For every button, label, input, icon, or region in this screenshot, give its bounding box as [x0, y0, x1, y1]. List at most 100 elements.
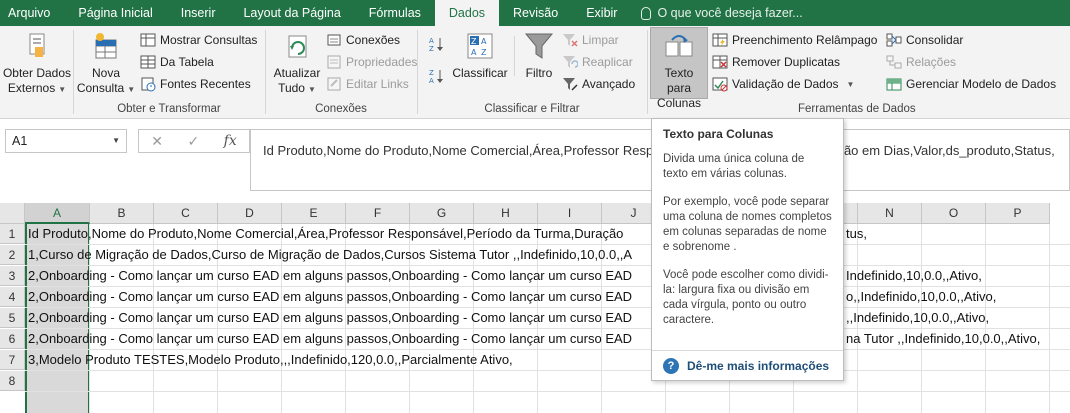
cell-overflow-text: tus, — [846, 226, 867, 241]
svg-text:Z: Z — [429, 69, 434, 77]
column-header-a[interactable]: A — [25, 203, 90, 224]
group-data-tools: Texto para Colunas Preenchimento Relâmpa… — [648, 26, 1068, 119]
name-box[interactable]: A1 ▼ — [5, 129, 127, 153]
data-validation-button[interactable]: Validação de Dados ▼ — [712, 74, 854, 94]
spreadsheet-grid: ABCDEFGHIJKLMNOP 12345678 Id Produto,Nom… — [0, 203, 1070, 413]
cell-a6[interactable]: 2,Onboarding - Como lançar um curso EAD … — [28, 329, 632, 349]
row-header-5[interactable]: 5 — [0, 308, 25, 328]
tell-me-more-link[interactable]: ? Dê-me mais informações — [652, 350, 843, 380]
properties-button[interactable]: Propriedades — [326, 52, 417, 72]
row-header-7[interactable]: 7 — [0, 350, 25, 370]
table-icon — [140, 32, 156, 48]
tab-formulas[interactable]: Fórmulas — [355, 0, 435, 26]
from-table-label: Da Tabela — [160, 55, 214, 69]
table-icon — [140, 54, 156, 70]
text-to-columns-button[interactable]: Texto para Colunas — [650, 27, 708, 110]
column-header-d[interactable]: D — [218, 203, 282, 224]
column-header-i[interactable]: I — [538, 203, 602, 224]
flash-fill-icon — [712, 32, 728, 48]
column-header-c[interactable]: C — [154, 203, 218, 224]
insert-function-icon[interactable]: fx — [224, 133, 237, 149]
tell-me-box[interactable]: O que você deseja fazer... — [631, 0, 803, 26]
clear-filter-button[interactable]: Limpar — [562, 30, 619, 50]
tooltip-paragraph-2: Por exemplo, você pode separar uma colun… — [663, 196, 832, 253]
flash-fill-label: Preenchimento Relâmpago — [732, 33, 878, 47]
consolidate-icon — [886, 32, 902, 48]
sort-za-button[interactable]: ZA — [428, 66, 448, 86]
chevron-down-icon[interactable]: ▼ — [112, 136, 120, 145]
svg-text:Z: Z — [429, 45, 434, 52]
recent-sources-icon — [140, 76, 156, 92]
row-header-1[interactable]: 1 — [0, 224, 25, 244]
cell-a7[interactable]: 3,Modelo Produto TESTES,Modelo Produto,,… — [28, 350, 513, 370]
cell-a5[interactable]: 2,Onboarding - Como lançar um curso EAD … — [28, 308, 632, 328]
column-header-b[interactable]: B — [90, 203, 154, 224]
cell-a4[interactable]: 2,Onboarding - Como lançar um curso EAD … — [28, 287, 632, 307]
new-query-button[interactable]: Nova Consulta ▼ — [76, 28, 136, 97]
clear-label: Limpar — [582, 33, 619, 47]
get-external-data-button[interactable]: Obter Dados Externos ▼ — [2, 28, 72, 97]
row-header-8[interactable]: 8 — [0, 371, 25, 391]
cell-a3[interactable]: 2,Onboarding - Como lançar um curso EAD … — [28, 266, 632, 286]
cancel-icon[interactable]: ✕ — [151, 133, 163, 150]
remove-duplicates-button[interactable]: Remover Duplicatas — [712, 52, 840, 72]
tab-inserir[interactable]: Inserir — [167, 0, 230, 26]
edit-links-icon — [326, 76, 342, 92]
connections-button[interactable]: Conexões — [326, 30, 400, 50]
column-header-f[interactable]: F — [346, 203, 410, 224]
filter-button[interactable]: Filtro — [518, 28, 560, 81]
group-get-transform: Nova Consulta ▼ Mostrar Consultas Da Tabe… — [74, 26, 264, 119]
cell-overflow-text: o,,Indefinido,10,0.0,,Ativo, — [846, 289, 997, 304]
column-header-h[interactable]: H — [474, 203, 538, 224]
column-header-o[interactable]: O — [922, 203, 986, 224]
grid-hline — [25, 391, 1070, 392]
tab-revisao[interactable]: Revisão — [499, 0, 572, 26]
recent-sources-label: Fontes Recentes — [160, 77, 251, 91]
tab-dados[interactable]: Dados — [434, 0, 500, 26]
advanced-filter-button[interactable]: Avançado — [562, 74, 635, 94]
group-label-connections: Conexões — [315, 103, 367, 115]
reapply-button[interactable]: Reaplicar — [562, 52, 633, 72]
chevron-down-icon: ▼ — [307, 85, 316, 94]
tab-exibir[interactable]: Exibir — [572, 0, 631, 26]
tab-pagina-inicial[interactable]: Página Inicial — [64, 0, 166, 26]
consolidate-label: Consolidar — [906, 33, 964, 47]
flash-fill-button[interactable]: Preenchimento Relâmpago — [712, 30, 877, 50]
column-header-e[interactable]: E — [282, 203, 346, 224]
consolidate-button[interactable]: Consolidar — [886, 30, 963, 50]
relationships-button[interactable]: Relações — [886, 52, 956, 72]
sort-az-button[interactable]: AZ — [428, 34, 448, 54]
cell-a1[interactable]: Id Produto,Nome do Produto,Nome Comercia… — [28, 224, 623, 244]
column-header-p[interactable]: P — [986, 203, 1050, 224]
tab-layout-da-pagina[interactable]: Layout da Página — [229, 0, 354, 26]
row-header-6[interactable]: 6 — [0, 329, 25, 349]
from-table-button[interactable]: Da Tabela — [140, 52, 214, 72]
row-header-4[interactable]: 4 — [0, 287, 25, 307]
properties-icon — [326, 54, 342, 70]
row-header-2[interactable]: 2 — [0, 245, 25, 265]
connections-icon — [326, 32, 342, 48]
tab-arquivo[interactable]: Arquivo — [0, 0, 64, 26]
chevron-down-icon: ▼ — [58, 85, 67, 94]
select-all-corner[interactable] — [0, 203, 25, 224]
svg-text:A: A — [429, 37, 434, 45]
name-box-value: A1 — [12, 134, 28, 148]
row-header-3[interactable]: 3 — [0, 266, 25, 286]
clear-filter-icon — [562, 32, 578, 48]
confirm-icon[interactable]: ✓ — [187, 133, 199, 150]
column-header-g[interactable]: G — [410, 203, 474, 224]
refresh-icon — [281, 30, 313, 62]
refresh-all-button[interactable]: Atualizar Tudo ▼ — [268, 28, 326, 97]
get-external-line2: Externos ▼ — [7, 81, 67, 95]
show-queries-button[interactable]: Mostrar Consultas — [140, 30, 257, 50]
cell-a2[interactable]: 1,Curso de Migração de Dados,Curso de Mi… — [28, 245, 632, 265]
relationships-label: Relações — [906, 55, 957, 69]
sort-za-icon: ZA — [428, 68, 444, 85]
data-validation-icon — [712, 76, 728, 92]
edit-links-button[interactable]: Editar Links — [326, 74, 409, 94]
manage-data-model-button[interactable]: Gerenciar Modelo de Dados — [886, 74, 1056, 94]
column-header-n[interactable]: N — [858, 203, 922, 224]
manage-model-label: Gerenciar Modelo de Dados — [906, 77, 1057, 91]
sort-button[interactable]: ZAAZ Classificar — [450, 28, 510, 81]
recent-sources-button[interactable]: Fontes Recentes — [140, 74, 251, 94]
